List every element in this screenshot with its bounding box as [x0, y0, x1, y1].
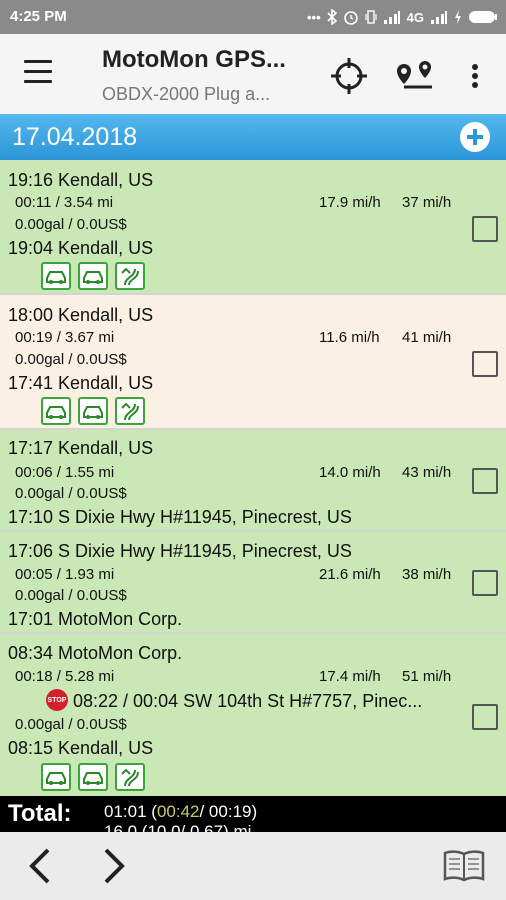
trip-row[interactable]: 17:06 S Dixie Hwy H#11945, Pinecrest, US… — [0, 532, 506, 634]
curve-road-icon[interactable] — [115, 763, 145, 791]
trip-end: 17:10 S Dixie Hwy H#11945, Pinecrest, US — [8, 507, 352, 527]
trip-badges — [41, 262, 145, 290]
trip-row[interactable]: 18:00 Kendall, US 00:19 / 3.67 mi 11.6 m… — [0, 295, 506, 430]
more-options-button[interactable] — [453, 54, 497, 98]
car-icon[interactable] — [78, 262, 108, 290]
chevron-right-icon — [104, 848, 125, 884]
trip-duration-distance: 00:11 / 3.54 mi — [15, 194, 114, 211]
chevron-left-icon — [29, 848, 50, 884]
trip-start: 08:34 MotoMon Corp. — [8, 643, 183, 663]
trip-max-speed: 38 mi/h — [402, 566, 452, 583]
trip-max-speed: 41 mi/h — [402, 329, 452, 346]
trip-start: 19:16 Kendall, US — [8, 170, 154, 190]
trip-start: 17:06 S Dixie Hwy H#11945, Pinecrest, US — [8, 541, 352, 561]
car-icon[interactable] — [41, 397, 71, 425]
menu-icon[interactable] — [24, 60, 52, 84]
status-time: 4:25 PM — [10, 8, 67, 25]
crosshair-icon — [331, 58, 367, 94]
trip-start: 17:17 Kendall, US — [8, 438, 154, 458]
trip-checkbox[interactable] — [472, 351, 498, 377]
more-vert-icon — [472, 64, 478, 88]
trip-avg-speed: 21.6 mi/h — [319, 566, 381, 583]
car-icon[interactable] — [41, 763, 71, 791]
trip-fuel: 0.00gal / 0.0US$ — [15, 587, 127, 604]
stop-sign-icon: STOP — [46, 689, 68, 711]
car-icon[interactable] — [78, 763, 108, 791]
trip-checkbox[interactable] — [472, 468, 498, 494]
trip-end: 17:41 Kendall, US — [8, 373, 154, 393]
log-book-button[interactable] — [442, 846, 488, 886]
trip-fuel: 0.00gal / 0.0US$ — [15, 485, 127, 502]
previous-button[interactable] — [20, 846, 60, 886]
trip-checkbox[interactable] — [472, 570, 498, 596]
alarm-icon — [343, 11, 358, 25]
trip-end: 17:01 MotoMon Corp. — [8, 609, 183, 629]
trip-max-speed: 37 mi/h — [402, 194, 452, 211]
status-icons: ••• 4G — [307, 6, 498, 28]
app-subtitle: OBDX-2000 Plug a... — [102, 84, 271, 104]
trip-checkbox[interactable] — [472, 704, 498, 730]
trip-duration-distance: 00:05 / 1.93 mi — [15, 566, 115, 583]
trip-checkbox[interactable] — [472, 216, 498, 242]
total-moving: 00:42 — [156, 802, 200, 821]
curve-road-icon[interactable] — [115, 397, 145, 425]
trip-fuel: 0.00gal / 0.0US$ — [15, 216, 127, 233]
trip-end: 19:04 Kendall, US — [8, 238, 154, 258]
vibrate-icon — [365, 10, 377, 24]
trip-avg-speed: 17.4 mi/h — [319, 668, 381, 685]
trip-fuel: 0.00gal / 0.0US$ — [15, 351, 127, 368]
route-map-button[interactable] — [394, 54, 438, 98]
stop-sign-label: STOP — [47, 696, 67, 704]
locate-button[interactable] — [327, 54, 371, 98]
status-bar: 4:25 PM ••• 4G — [0, 0, 506, 34]
total-label: Total: — [8, 800, 72, 827]
bluetooth-icon — [327, 9, 337, 25]
trip-duration-distance: 00:18 / 5.28 mi — [15, 668, 115, 685]
trip-avg-speed: 17.9 mi/h — [319, 194, 381, 211]
trip-end: 08:15 Kendall, US — [8, 738, 154, 758]
battery-icon — [469, 11, 497, 23]
trip-stop: 08:22 / 00:04 SW 104th St H#7757, Pinec.… — [73, 691, 423, 711]
bottom-nav — [0, 832, 506, 900]
route-map-icon — [397, 61, 432, 89]
trip-row[interactable]: 17:17 Kendall, US 00:06 / 1.55 mi 14.0 m… — [0, 430, 506, 532]
network-type: 4G — [406, 9, 424, 25]
total-open: ( — [146, 802, 157, 821]
trip-fuel: 0.00gal / 0.0US$ — [15, 716, 127, 733]
signal-icon — [431, 11, 447, 24]
dots-icon: ••• — [307, 9, 321, 25]
next-button[interactable] — [94, 846, 134, 886]
trip-row[interactable]: 19:16 Kendall, US 00:11 / 3.54 mi 17.9 m… — [0, 160, 506, 295]
total-idle: / 00:19) — [199, 802, 258, 821]
trip-badges — [41, 397, 145, 425]
app-title: MotoMon GPS... — [102, 46, 286, 73]
total-distance: 16.0 (10.0/ 0.67) mi — [104, 822, 252, 832]
curve-road-icon[interactable] — [115, 262, 145, 290]
trip-avg-speed: 11.6 mi/h — [319, 329, 380, 346]
book-icon — [443, 850, 485, 882]
total-bar: Total: 01:01 (00:42/ 00:19) 16.0 (10.0/ … — [0, 796, 506, 832]
trip-duration-distance: 00:06 / 1.55 mi — [15, 464, 115, 481]
trip-badges — [41, 763, 145, 791]
total-time: 01:01 — [104, 802, 147, 821]
trip-max-speed: 51 mi/h — [402, 668, 452, 685]
car-icon[interactable] — [78, 397, 108, 425]
trip-avg-speed: 14.0 mi/h — [319, 464, 381, 481]
app-bar: MotoMon GPS... OBDX-2000 Plug a... — [0, 34, 506, 115]
trip-duration-distance: 00:19 / 3.67 mi — [15, 329, 115, 346]
car-icon[interactable] — [41, 262, 71, 290]
signal-icon — [383, 11, 400, 24]
add-circle-icon[interactable] — [460, 122, 490, 152]
date-label: 17.04.2018 — [12, 123, 138, 151]
trip-start: 18:00 Kendall, US — [8, 305, 154, 325]
trip-max-speed: 43 mi/h — [402, 464, 452, 481]
date-header: 17.04.2018 — [0, 114, 506, 160]
charging-icon — [455, 10, 461, 24]
total-times: 01:01 (00:42/ 00:19) — [104, 802, 257, 822]
trip-row[interactable]: 08:34 MotoMon Corp. 00:18 / 5.28 mi 17.4… — [0, 634, 506, 796]
